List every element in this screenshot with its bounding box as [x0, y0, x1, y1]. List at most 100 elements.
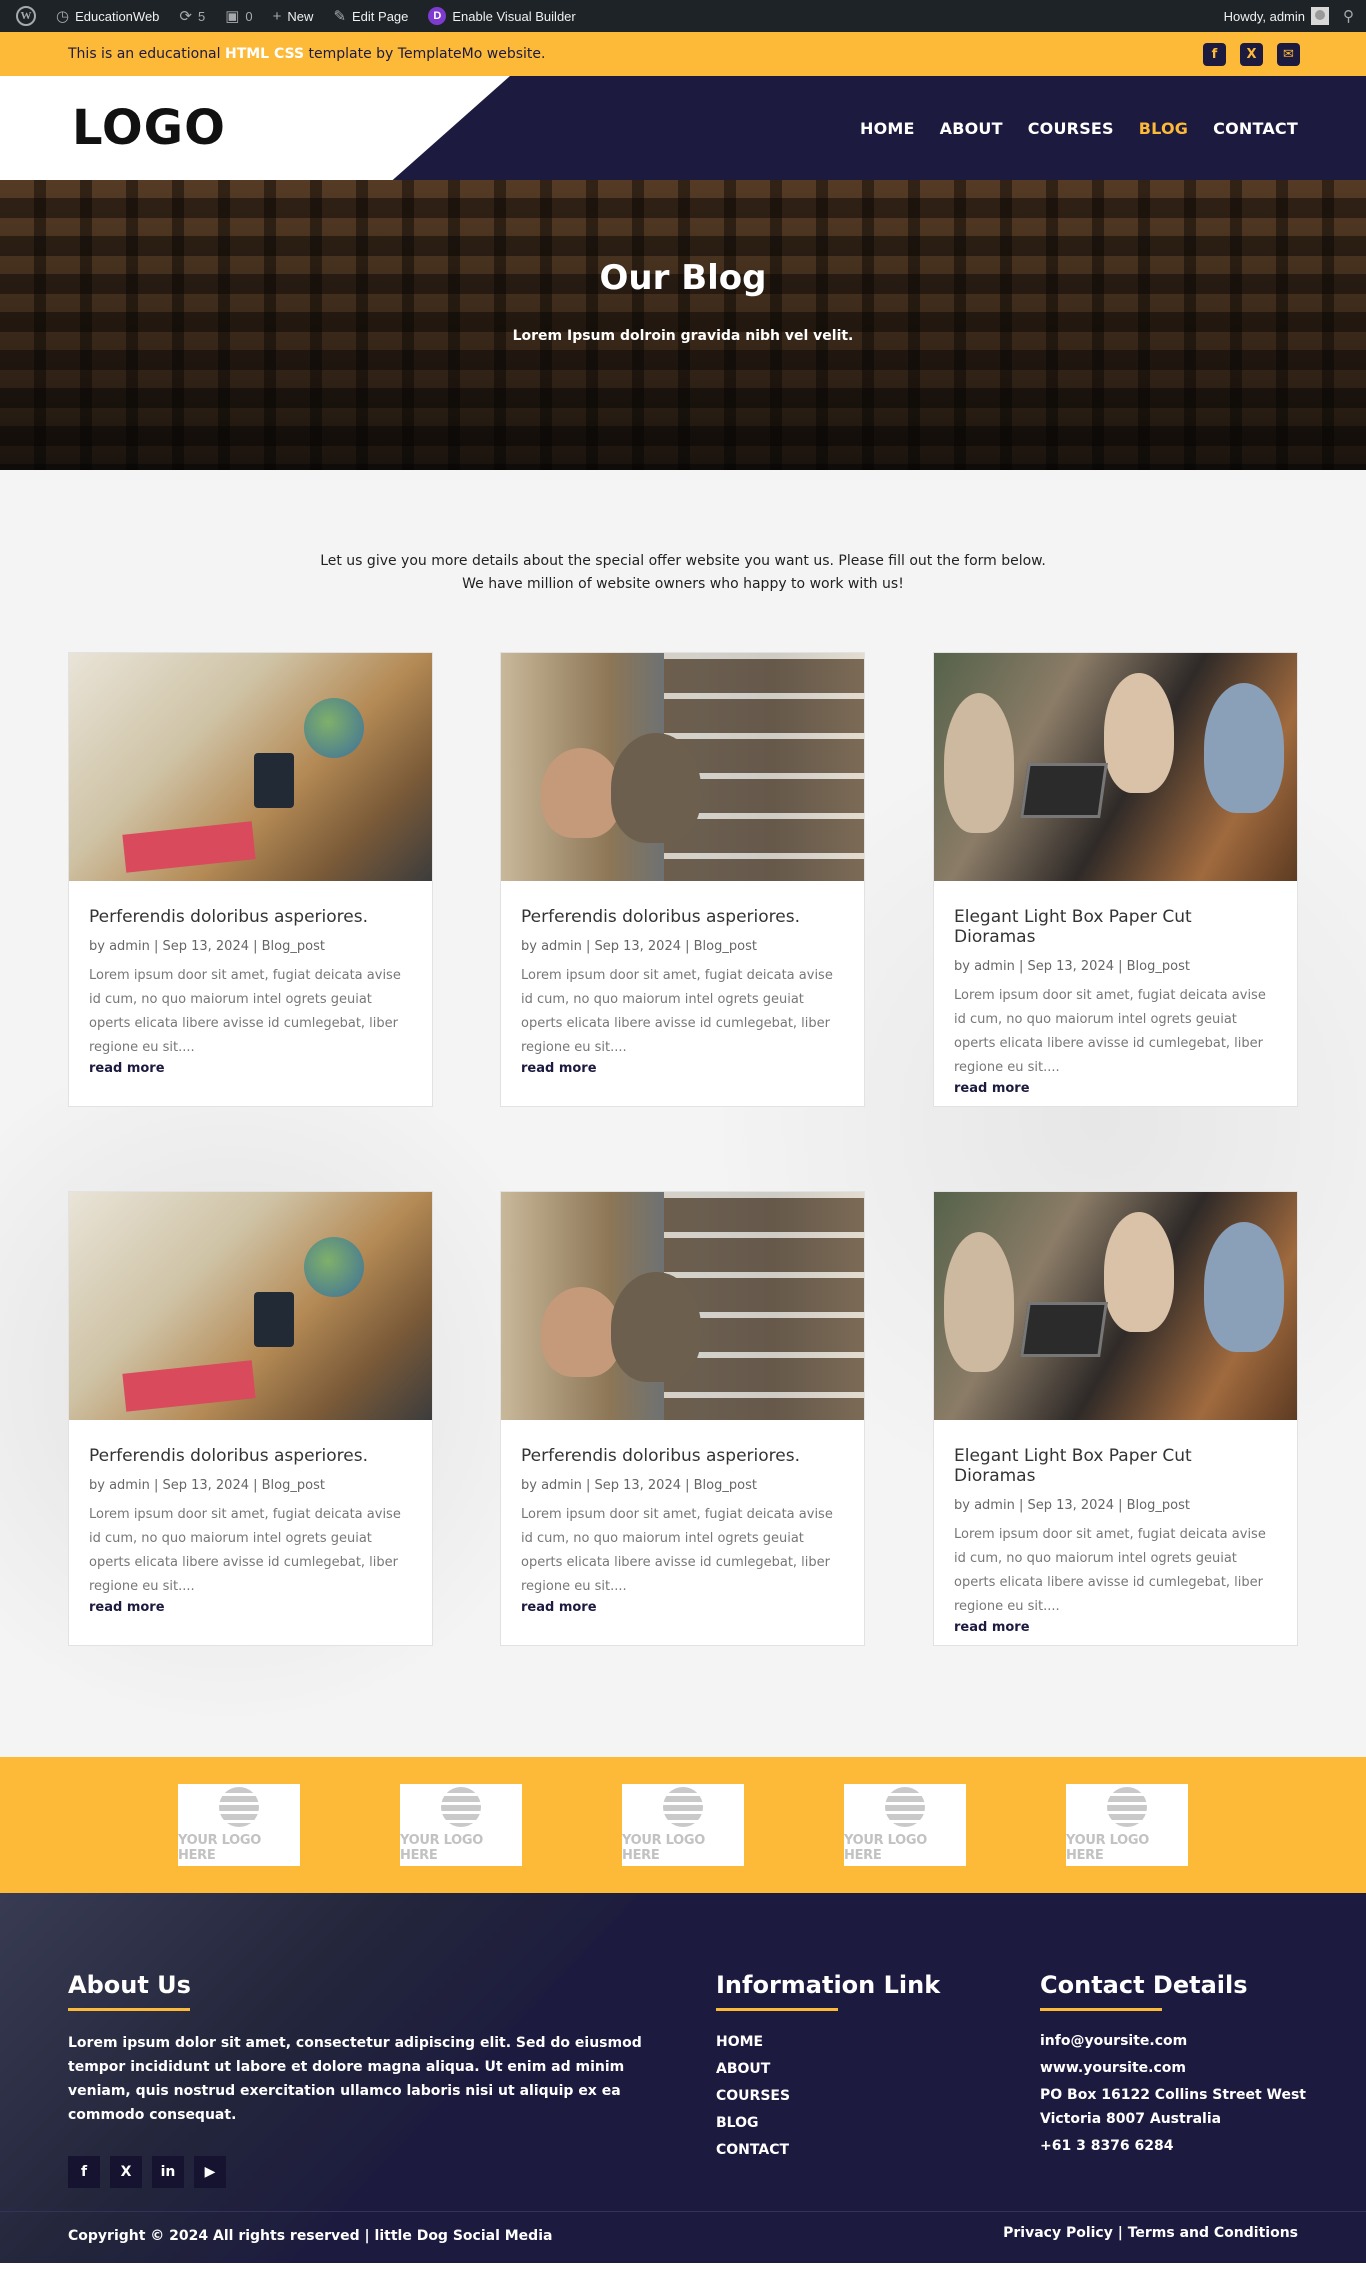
- contact-phone[interactable]: +61 3 8376 6284: [1040, 2134, 1306, 2158]
- person-shape: [1204, 683, 1284, 813]
- partner-logos: YOUR LOGO HERE YOUR LOGO HERE YOUR LOGO …: [0, 1757, 1366, 1893]
- footer-link-blog[interactable]: BLOG: [716, 2110, 940, 2137]
- x-icon[interactable]: X: [1240, 42, 1263, 66]
- read-more-link[interactable]: read more: [521, 1061, 844, 1076]
- read-more-link[interactable]: read more: [521, 1600, 844, 1615]
- post-excerpt: Lorem ipsum door sit amet, fugiat deicat…: [89, 1507, 401, 1594]
- person-shape: [541, 748, 621, 838]
- post-excerpt: Lorem ipsum door sit amet, fugiat deicat…: [89, 968, 401, 1055]
- post-meta: by admin | Sep 13, 2024 | Blog_post: [521, 1478, 757, 1493]
- partner-logo[interactable]: YOUR LOGO HERE: [1066, 1784, 1188, 1866]
- visual-builder-link[interactable]: D Enable Visual Builder: [418, 0, 585, 32]
- top-social-links: f X ✉: [1203, 42, 1300, 66]
- person-shape: [1104, 1212, 1174, 1332]
- post-excerpt: Lorem ipsum door sit amet, fugiat deicat…: [521, 968, 833, 1055]
- x-icon[interactable]: X: [110, 2156, 142, 2188]
- cup-shape: [254, 1292, 294, 1347]
- announcement-suffix: template by TemplateMo website.: [304, 46, 546, 62]
- site-logo[interactable]: LOGO: [72, 100, 226, 156]
- read-more-link[interactable]: read more: [954, 1081, 1277, 1096]
- intro-line-2: We have million of website owners who ha…: [462, 576, 904, 592]
- new-content-link[interactable]: + New: [263, 0, 324, 32]
- nav-courses[interactable]: COURSES: [1028, 119, 1114, 138]
- divi-icon: D: [428, 7, 447, 25]
- post-title[interactable]: Elegant Light Box Paper Cut Dioramas: [954, 907, 1277, 947]
- hero-subtitle: Lorem Ipsum dolroin gravida nibh vel vel…: [512, 328, 854, 344]
- footer-link-about[interactable]: ABOUT: [716, 2056, 940, 2083]
- nav-about[interactable]: ABOUT: [940, 119, 1003, 138]
- contact-address-line-1: PO Box 16122 Collins Street West: [1040, 2087, 1306, 2103]
- post-image[interactable]: [69, 1192, 432, 1420]
- updates-count: 5: [198, 8, 206, 24]
- announcement-highlight[interactable]: HTML CSS: [225, 46, 304, 62]
- blog-card: Perferendis doloribus asperiores. by adm…: [500, 1191, 865, 1646]
- post-meta: by admin | Sep 13, 2024 | Blog_post: [954, 1498, 1190, 1513]
- post-title[interactable]: Perferendis doloribus asperiores.: [521, 907, 844, 927]
- post-title[interactable]: Perferendis doloribus asperiores.: [521, 1446, 844, 1466]
- site-header: LOGO HOME ABOUT COURSES BLOG CONTACT: [0, 76, 1366, 180]
- edit-page-link[interactable]: ✎ Edit Page: [323, 0, 418, 32]
- youtube-icon[interactable]: ▶: [194, 2156, 226, 2188]
- post-meta: by admin | Sep 13, 2024 | Blog_post: [89, 1478, 325, 1493]
- nav-contact[interactable]: CONTACT: [1213, 119, 1298, 138]
- post-excerpt: Lorem ipsum door sit amet, fugiat deicat…: [954, 988, 1266, 1075]
- main-nav: HOME ABOUT COURSES BLOG CONTACT: [860, 76, 1298, 180]
- avatar: [1311, 7, 1329, 25]
- contact-heading: Contact Details: [1040, 1971, 1306, 2011]
- post-image[interactable]: [501, 653, 864, 881]
- new-label: New: [287, 8, 314, 24]
- read-more-link[interactable]: read more: [954, 1620, 1277, 1635]
- post-meta: by admin | Sep 13, 2024 | Blog_post: [521, 939, 757, 954]
- post-image[interactable]: [934, 653, 1297, 881]
- footer-link-courses[interactable]: COURSES: [716, 2083, 940, 2110]
- blog-card: Perferendis doloribus asperiores. by adm…: [68, 1191, 433, 1646]
- person-shape: [541, 1287, 621, 1377]
- legal-links[interactable]: Privacy Policy | Terms and Conditions: [1003, 2225, 1298, 2241]
- partner-logo[interactable]: YOUR LOGO HERE: [622, 1784, 744, 1866]
- blog-intro: Let us give you more details about the s…: [0, 550, 1366, 596]
- post-excerpt: Lorem ipsum door sit amet, fugiat deicat…: [521, 1507, 833, 1594]
- footer-about: About Us Lorem ipsum dolor sit amet, con…: [68, 1971, 648, 2127]
- linkedin-icon[interactable]: in: [152, 2156, 184, 2188]
- partner-logo[interactable]: YOUR LOGO HERE: [844, 1784, 966, 1866]
- footer-social-links: f X in ▶: [68, 2156, 226, 2188]
- post-image[interactable]: [501, 1192, 864, 1420]
- partner-logo[interactable]: YOUR LOGO HERE: [400, 1784, 522, 1866]
- post-title[interactable]: Perferendis doloribus asperiores.: [89, 907, 412, 927]
- partner-logo[interactable]: YOUR LOGO HERE: [178, 1784, 300, 1866]
- wordpress-menu[interactable]: W: [6, 0, 46, 32]
- logo-mark-icon: [663, 1787, 703, 1827]
- footer-link-contact[interactable]: CONTACT: [716, 2137, 940, 2164]
- partner-logo-text: YOUR LOGO HERE: [400, 1833, 483, 1863]
- post-title[interactable]: Perferendis doloribus asperiores.: [89, 1446, 412, 1466]
- updates-link[interactable]: ⟳ 5: [169, 0, 215, 32]
- nav-home[interactable]: HOME: [860, 119, 915, 138]
- comments-count: 0: [245, 8, 253, 24]
- nav-blog[interactable]: BLOG: [1139, 119, 1188, 138]
- post-image[interactable]: [69, 653, 432, 881]
- post-image[interactable]: [934, 1192, 1297, 1420]
- contact-email[interactable]: info@yoursite.com: [1040, 2029, 1306, 2053]
- account-menu[interactable]: Howdy, admin: [1214, 0, 1339, 32]
- globe-shape: [304, 698, 364, 758]
- site-name-link[interactable]: ◷ EducationWeb: [46, 0, 169, 32]
- facebook-icon[interactable]: f: [68, 2156, 100, 2188]
- read-more-link[interactable]: read more: [89, 1061, 412, 1076]
- comments-link[interactable]: ▣ 0: [215, 0, 262, 32]
- pencil-icon: ✎: [333, 7, 347, 25]
- blog-card: Elegant Light Box Paper Cut Dioramas by …: [933, 652, 1298, 1107]
- footer-divider: [0, 2211, 1366, 2212]
- blog-section: Let us give you more details about the s…: [0, 470, 1366, 1757]
- page-title: Our Blog: [599, 258, 767, 298]
- laptop-shape: [1020, 763, 1108, 818]
- admin-search[interactable]: ⚲: [1339, 0, 1358, 32]
- visual-builder-label: Enable Visual Builder: [452, 8, 576, 24]
- contact-website[interactable]: www.yoursite.com: [1040, 2056, 1306, 2080]
- facebook-icon[interactable]: f: [1203, 42, 1226, 66]
- footer-link-home[interactable]: HOME: [716, 2029, 940, 2056]
- envelope-icon[interactable]: ✉: [1277, 42, 1300, 66]
- contact-address-line-2: Victoria 8007 Australia: [1040, 2111, 1222, 2127]
- edit-page-label: Edit Page: [352, 8, 409, 24]
- read-more-link[interactable]: read more: [89, 1600, 412, 1615]
- post-title[interactable]: Elegant Light Box Paper Cut Dioramas: [954, 1446, 1277, 1486]
